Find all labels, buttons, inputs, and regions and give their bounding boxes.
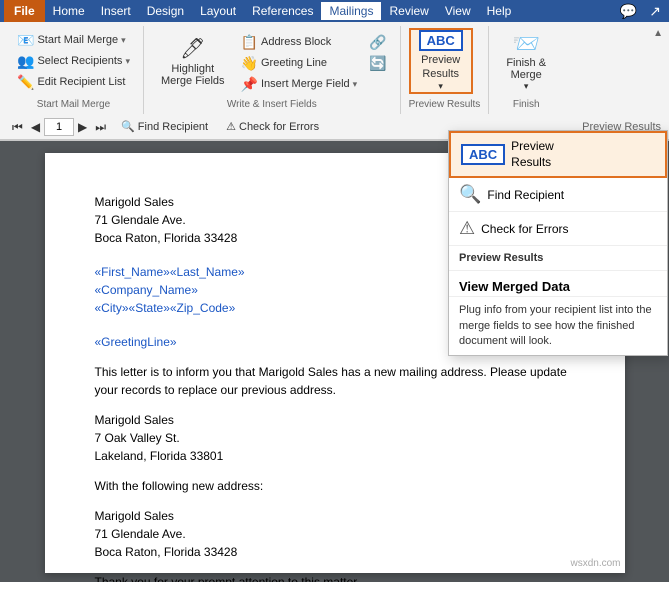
preview-results-dropdown: ABC Preview Results 🔍 Find Recipient ⚠ C…	[448, 130, 668, 356]
check-errors-button[interactable]: ⚠ Check for Errors	[219, 117, 326, 136]
menu-mailings[interactable]: Mailings	[321, 2, 381, 20]
find-recipient-button[interactable]: 🔍 Find Recipient	[114, 117, 215, 136]
ribbon-group-write-insert: 🖊 HighlightMerge Fields 📋 Address Block …	[144, 26, 401, 114]
view-merged-desc: Plug info from your recipient list into …	[449, 297, 667, 355]
insert-fields-buttons: 📋 Address Block 👋 Greeting Line 📌 Insert…	[236, 28, 363, 94]
start-mail-merge-buttons: 📧 Start Mail Merge ▾ 👥 Select Recipients…	[12, 28, 135, 92]
menu-references[interactable]: References	[244, 2, 321, 20]
match-icon: 🔗	[369, 34, 386, 51]
share-icon[interactable]: ↗	[645, 3, 665, 20]
find-icon: 🔍	[121, 120, 135, 133]
group2-label: Write & Insert Fields	[152, 97, 392, 110]
dropdown-section-label: Preview Results	[449, 246, 667, 271]
nav-arrows: ⏮ ◀ ▶ ⏭	[8, 118, 110, 136]
dropdown-find-label: Find Recipient	[487, 188, 564, 202]
menu-help[interactable]: Help	[479, 2, 520, 20]
abc-large-icon: ABC	[419, 30, 463, 51]
start-mail-merge-button[interactable]: 📧 Start Mail Merge ▾	[12, 30, 135, 50]
view-merged-title: View Merged Data	[449, 271, 667, 297]
body-paragraph-3: Thank you for your prompt attention to t…	[95, 573, 575, 582]
address-block-icon: 📋	[241, 34, 258, 51]
ribbon-collapse-button[interactable]: ▲	[651, 26, 665, 41]
mail-merge-icon: 📧	[17, 32, 34, 49]
menu-layout[interactable]: Layout	[192, 2, 244, 20]
dropdown-arrow: ▾	[121, 35, 126, 46]
finish-dropdown-arrow: ▾	[524, 81, 529, 92]
file-menu-button[interactable]: File	[4, 0, 45, 22]
edit-list-icon: ✏️	[17, 74, 34, 91]
highlight-icon: 🖊	[180, 36, 205, 61]
dropdown-preview-label: Preview Results	[511, 139, 554, 170]
nav-last-button[interactable]: ⏭	[91, 119, 110, 135]
select-recipients-button[interactable]: 👥 Select Recipients ▾	[12, 51, 135, 71]
group4-label: Finish	[497, 97, 555, 110]
ribbon-group-finish: 📨 Finish &Merge ▾ Finish	[489, 26, 563, 114]
update-icon: 🔄	[369, 55, 386, 72]
comments-icon[interactable]: 💬	[616, 3, 641, 20]
menu-right-icons: 💬 ↗	[616, 3, 665, 20]
menu-review[interactable]: Review	[381, 2, 436, 20]
greeting-line-button[interactable]: 👋 Greeting Line	[236, 53, 363, 73]
edit-recipient-list-button[interactable]: ✏️ Edit Recipient List	[12, 72, 135, 92]
new-addr-line1: 7 Oak Valley St.	[95, 429, 575, 447]
ribbon-group-start-mail-merge: 📧 Start Mail Merge ▾ 👥 Select Recipients…	[4, 26, 144, 114]
ribbon-group-preview: ABC PreviewResults ▾ Preview Results	[401, 26, 490, 114]
dropdown-arrow2: ▾	[125, 56, 130, 67]
new-address-block: Marigold Sales 7 Oak Valley St. Lakeland…	[95, 411, 575, 465]
update-labels-button[interactable]: 🔄	[364, 53, 391, 73]
dropdown-arrow4: ▾	[438, 81, 443, 92]
nav-prev-button[interactable]: ◀	[27, 119, 44, 135]
dropdown-check-icon: ⚠	[459, 218, 475, 239]
insert-field-icon: 📌	[241, 76, 258, 93]
recipients-icon: 👥	[17, 53, 34, 70]
menu-insert[interactable]: Insert	[93, 2, 139, 20]
company-name-2: Marigold Sales	[95, 411, 575, 429]
company-name-3: Marigold Sales	[95, 507, 575, 525]
menu-bar: File Home Insert Design Layout Reference…	[0, 0, 669, 22]
abc-icon-dropdown: ABC	[461, 144, 505, 165]
preview-results-button[interactable]: ABC PreviewResults ▾	[409, 28, 473, 94]
watermark: wsxdn.com	[570, 556, 620, 571]
menu-view[interactable]: View	[437, 2, 479, 20]
old-address-block: Marigold Sales 71 Glendale Ave. Boca Rat…	[95, 507, 575, 561]
dropdown-arrow3: ▾	[353, 79, 358, 90]
dropdown-check-label: Check for Errors	[481, 222, 568, 236]
old-addr-line2: Boca Raton, Florida 33428	[95, 543, 575, 561]
greeting-line-icon: 👋	[241, 55, 258, 72]
finish-merge-button[interactable]: 📨 Finish &Merge ▾	[497, 28, 555, 94]
menu-items: Home Insert Design Layout References Mai…	[45, 2, 520, 20]
dropdown-check-errors-item[interactable]: ⚠ Check for Errors	[449, 212, 667, 246]
group3-label: Preview Results	[409, 97, 481, 110]
highlight-merge-fields-button[interactable]: 🖊 HighlightMerge Fields	[152, 28, 234, 94]
check-icon: ⚠	[226, 120, 236, 133]
dropdown-find-recipient-item[interactable]: 🔍 Find Recipient	[449, 178, 667, 212]
address-block-button[interactable]: 📋 Address Block	[236, 32, 363, 52]
dropdown-find-icon: 🔍	[459, 184, 481, 205]
nav-next-button[interactable]: ▶	[74, 119, 91, 135]
match-fields-button[interactable]: 🔗	[364, 32, 391, 52]
nav-first-button[interactable]: ⏮	[8, 119, 27, 135]
menu-design[interactable]: Design	[139, 2, 192, 20]
page-number-input[interactable]	[44, 118, 74, 136]
new-addr-line2: Lakeland, Florida 33801	[95, 447, 575, 465]
old-addr-line1: 71 Glendale Ave.	[95, 525, 575, 543]
body-paragraph-1: This letter is to inform you that Marigo…	[95, 363, 575, 399]
merge-extra-buttons: 🔗 🔄	[364, 28, 391, 73]
insert-merge-field-button[interactable]: 📌 Insert Merge Field ▾	[236, 74, 363, 94]
ribbon: 📧 Start Mail Merge ▾ 👥 Select Recipients…	[0, 22, 669, 141]
menu-home[interactable]: Home	[45, 2, 93, 20]
dropdown-preview-results-item[interactable]: ABC Preview Results	[449, 131, 667, 178]
group1-label: Start Mail Merge	[12, 97, 135, 110]
body-paragraph-2: With the following new address:	[95, 477, 575, 495]
finish-icon: 📨	[512, 31, 539, 57]
